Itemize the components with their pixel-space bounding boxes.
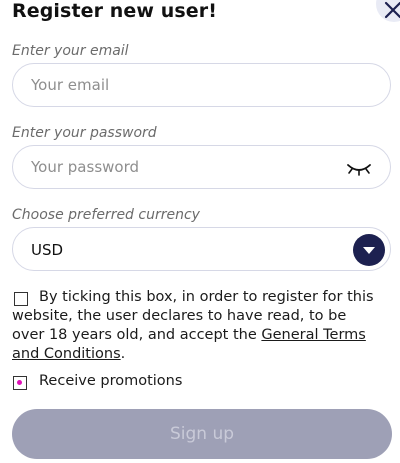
promotions-label: Receive promotions [39,373,183,389]
caret-down-icon [363,247,375,254]
currency-selected-value: USD [31,241,64,259]
currency-select[interactable]: USD [12,227,391,271]
close-button[interactable] [376,0,400,22]
register-dialog: Register new user! Enter your email Ente… [0,0,400,463]
signup-button[interactable]: Sign up [12,409,392,459]
terms-text: By ticking this box, in order to registe… [12,288,382,364]
password-label: Enter your password [12,125,157,141]
email-label: Enter your email [12,43,129,59]
currency-label: Choose preferred currency [12,207,200,223]
close-icon [384,1,400,19]
eye-closed-icon[interactable] [346,159,372,177]
currency-dropdown-button[interactable] [353,234,385,266]
terms-text-after: . [120,346,126,362]
email-field-wrapper [12,63,391,107]
promotions-checkbox[interactable] [13,376,27,390]
password-input[interactable] [31,146,331,188]
dialog-title: Register new user! [12,0,218,22]
password-field-wrapper [12,145,391,189]
email-input[interactable] [31,64,331,106]
